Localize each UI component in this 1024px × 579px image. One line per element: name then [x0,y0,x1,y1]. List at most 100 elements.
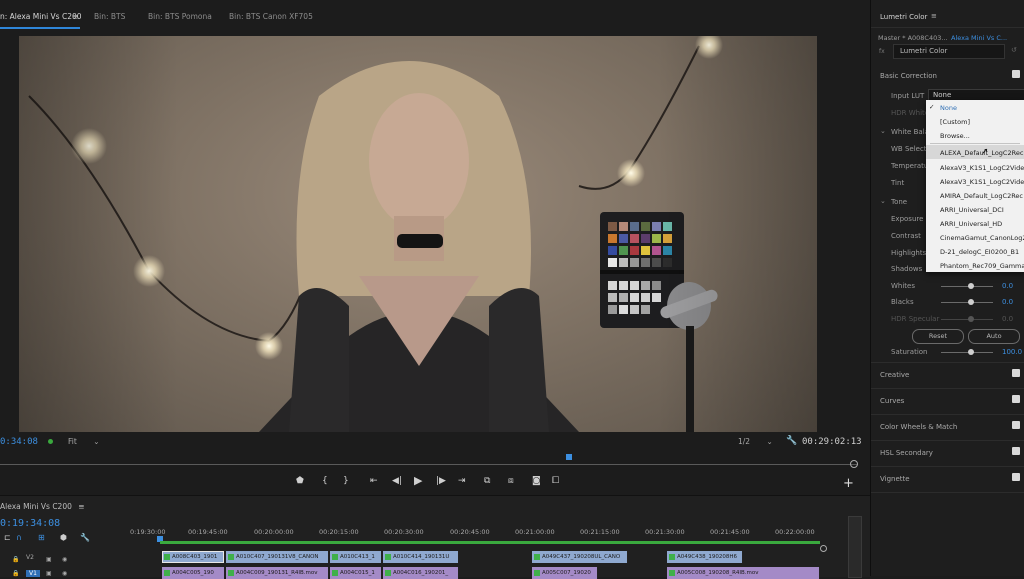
playhead-icon[interactable] [566,454,572,460]
lut-option[interactable]: Phantom_Rec709_Gamma [940,262,1024,270]
vignette-checkbox[interactable] [1012,473,1020,481]
whites-value[interactable]: 0.0 [1002,282,1013,290]
clip-v2[interactable]: A008C403_1901 [162,551,225,563]
time-ruler[interactable]: 0:19:30:00 00:19:45:00 00:20:00:00 00:20… [130,528,830,540]
scrubber-bar[interactable] [0,454,858,468]
saturation-value[interactable]: 100.0 [1002,348,1022,356]
tint-label: Tint [891,179,905,187]
curves-checkbox[interactable] [1012,395,1020,403]
snap-icon[interactable]: ⊏ [4,533,11,542]
lut-option[interactable]: D-21_delogC_EI0200_B1 [940,248,1019,256]
color-wheels-header[interactable]: Color Wheels & Match [880,423,957,431]
sequence-title[interactable]: Alexa Mini Vs C200 ≡ [0,502,85,511]
lut-option[interactable]: [Custom] [940,118,970,126]
tab-bin-bts[interactable]: Bin: BTS [94,8,125,26]
reset-button[interactable]: Reset [912,329,964,344]
color-wheels-checkbox[interactable] [1012,421,1020,429]
vignette-header[interactable]: Vignette [880,475,910,483]
clip-v2[interactable]: A010C413_1 [330,551,382,563]
saturation-slider-handle[interactable] [968,349,974,355]
mark-in-icon[interactable]: { [322,476,328,486]
blacks-slider[interactable] [941,302,993,303]
lut-option[interactable]: ARRI_Universal_DCI [940,206,1004,214]
mark-out-icon[interactable]: } [343,476,349,486]
tone-header[interactable]: Tone [891,198,907,206]
effect-select[interactable]: Lumetri Color [893,44,1005,59]
track-label-v2[interactable]: V2 [26,554,34,561]
master-clip-label[interactable]: Master * A008C403... [878,34,948,42]
clip-v1[interactable]: A004C009_190131_R4IB.mov [226,567,329,579]
play-icon[interactable]: ▶ [414,474,422,487]
lut-option[interactable]: CinemaGamut_CanonLog2 [940,234,1024,242]
sync-icon[interactable]: ▣ [46,556,52,563]
scrub-end-handle[interactable] [850,460,858,468]
tab-bin-bts-canon[interactable]: Bin: BTS Canon XF705 [229,8,313,26]
linked-selection-icon[interactable]: ∩ [16,533,22,542]
reset-effect-icon[interactable]: ↺ [1011,46,1017,54]
basic-correction-header[interactable]: Basic Correction [880,72,937,80]
lut-option[interactable]: Browse... [940,132,970,140]
whites-slider-handle[interactable] [968,283,974,289]
timeline-scroll-handle[interactable] [820,545,827,552]
tab-bin-bts-pomona[interactable]: Bin: BTS Pomona [148,8,212,26]
menu-icon[interactable]: ≡ [78,502,84,511]
creative-header[interactable]: Creative [880,371,909,379]
lut-option[interactable]: ARRI_Universal_HD [940,220,1002,228]
panel-menu-icon[interactable]: ≡ [931,12,937,20]
hsl-secondary-header[interactable]: HSL Secondary [880,449,933,457]
lift-icon[interactable]: ⧉ [484,476,490,486]
compare-view-icon[interactable]: ⧠ [552,476,559,486]
clip-v2[interactable]: A010C414_190131U [383,551,459,563]
step-forward-icon[interactable]: |▶ [436,476,446,486]
add-marker-timeline-icon[interactable]: ⊞ [38,533,45,542]
lut-option[interactable]: AlexaV3_K1S1_LogC2Vide [940,178,1024,186]
tab-sequence[interactable]: n: Alexa Mini Vs C200 [0,8,82,26]
marker-icon[interactable]: ⬢ [60,533,67,542]
whites-slider[interactable] [941,286,993,287]
white-balance-header[interactable]: White Bala [891,128,929,136]
render-bar [160,541,820,544]
curves-header[interactable]: Curves [880,397,904,405]
clip-v1[interactable]: A005C007_19020 [532,567,598,579]
lut-option[interactable]: AMIRA_Default_LogC2Rec [940,192,1023,200]
go-to-out-icon[interactable]: ⇥ [458,476,466,486]
creative-checkbox[interactable] [1012,369,1020,377]
playback-resolution-select[interactable]: 1/2 ⌄ [738,437,773,446]
clip-v1[interactable]: A004C015_1 [330,567,382,579]
lut-option[interactable]: AlexaV3_K1S1_LogC2Vide [940,164,1024,172]
camera-icon[interactable]: ◙ [532,476,541,486]
button-editor-plus[interactable]: + [843,476,854,491]
clip-name: A004C005_190 [172,570,214,576]
wrench-icon[interactable]: 🔧 [786,436,797,446]
chevron-down-icon[interactable]: ⌄ [880,197,886,205]
clip-v1[interactable]: A005C008_190208_R4IB.mov [667,567,820,579]
lock-icon[interactable]: 🔒 [12,556,19,563]
add-marker-icon[interactable]: ⬟ [296,476,304,486]
ruler-label: 00:21:30:00 [645,528,685,536]
extract-icon[interactable]: ⧈ [508,476,514,486]
go-to-in-icon[interactable]: ⇤ [370,476,378,486]
step-back-icon[interactable]: ◀| [392,476,402,486]
clip-v2[interactable]: A049C437_190208UL_CANO [532,551,628,563]
clip-v2[interactable]: A010C407_190131V8_CANON [226,551,329,563]
blacks-value[interactable]: 0.0 [1002,298,1013,306]
program-monitor-video[interactable] [19,36,817,432]
chevron-down-icon[interactable]: ⌄ [880,127,886,135]
auto-button[interactable]: Auto [968,329,1020,344]
clip-v1[interactable]: A004C016_190201_ [383,567,459,579]
sequence-timecode[interactable]: 0:19:34:08 [0,518,60,529]
eye-icon[interactable]: ◉ [62,556,67,563]
lut-option[interactable]: None [940,104,957,112]
hdr-white-label: HDR White [891,109,930,117]
sequence-clip-link[interactable]: Alexa Mini Vs C... [951,34,1007,42]
clip-v1[interactable]: A004C005_190 [162,567,225,579]
clip-v2[interactable]: A049C438_190208H6 [667,551,743,563]
playhead-timecode[interactable]: 0:34:08 [0,437,38,447]
blacks-slider-handle[interactable] [968,299,974,305]
zoom-fit-select[interactable]: Fit ⌄ [68,437,99,446]
timeline-settings-icon[interactable]: 🔧 [80,533,90,542]
saturation-slider[interactable] [941,352,993,353]
hsl-secondary-checkbox[interactable] [1012,447,1020,455]
basic-correction-checkbox[interactable] [1012,70,1020,78]
tab-menu-icon[interactable]: ≡ [72,8,78,26]
